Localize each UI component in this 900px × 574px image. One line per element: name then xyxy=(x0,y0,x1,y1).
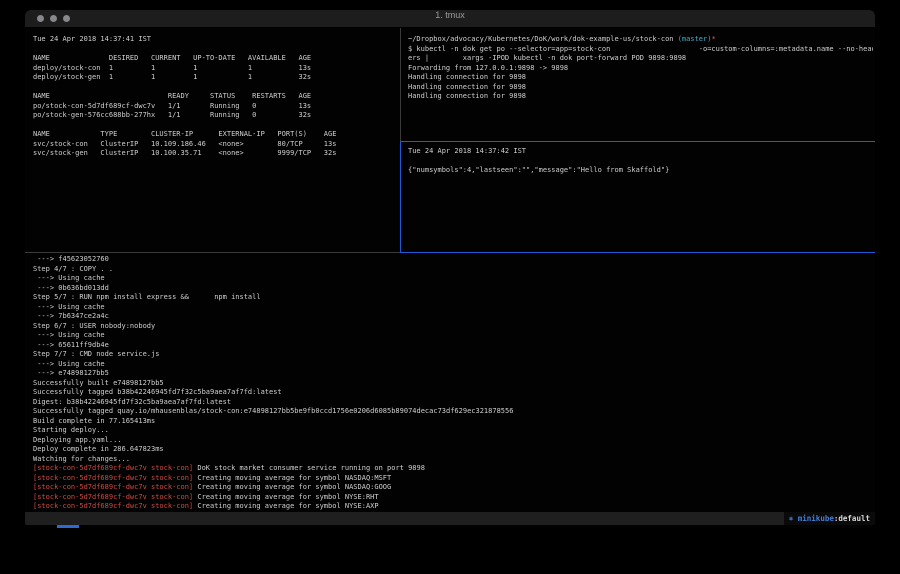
shell-path-line: ~/Dropbox/advocacy/Kubernetes/DoK/work/d… xyxy=(408,35,873,45)
text-segment: ~/Dropbox/advocacy/Kubernetes/DoK/work/d… xyxy=(408,35,678,43)
kubectl-watch-output: Tue 24 Apr 2018 14:37:41 IST NAME DESIRE… xyxy=(33,35,398,159)
text-segment: [stock-con-5d7df689cf-dwc7v stock-con] xyxy=(33,474,193,482)
screenshot-root: { "window": { "title": "1. tmux" }, "col… xyxy=(0,0,900,574)
text-segment: Creating moving average for symbol NYSE:… xyxy=(193,502,378,510)
text-segment: [stock-con-5d7df689cf-dwc7v stock-con] xyxy=(33,483,193,491)
text-segment: Creating moving average for symbol NASDA… xyxy=(193,474,391,482)
terminal-window: 1. tmux Tue 24 Apr 2018 14:37:41 IST NAM… xyxy=(25,10,875,528)
container-log-line: [stock-con-5d7df689cf-dwc7v stock-con] C… xyxy=(33,493,873,503)
kube-context-name: minikube xyxy=(798,514,834,523)
pane-port-forward[interactable]: ~/Dropbox/advocacy/Kubernetes/DoK/work/d… xyxy=(408,35,873,139)
tmux-status-bar: dok 0:vagrant@localhost:~* ⎈ minikube:def… xyxy=(25,512,875,525)
pane-divider-vertical-inactive[interactable] xyxy=(400,28,401,141)
pane-kubectl-watch[interactable]: Tue 24 Apr 2018 14:37:41 IST NAME DESIRE… xyxy=(33,35,398,250)
text-segment: DoK stock market consumer service runnin… xyxy=(193,464,425,472)
pane-divider-right-horizontal[interactable] xyxy=(400,141,875,142)
text-segment: [stock-con-5d7df689cf-dwc7v stock-con] xyxy=(33,502,193,510)
tmux-terminal: Tue 24 Apr 2018 14:37:41 IST NAME DESIRE… xyxy=(25,28,875,528)
text-segment: * xyxy=(711,35,715,43)
docker-build-output: ---> f45623052760 Step 4/7 : COPY . . --… xyxy=(33,255,873,464)
text-segment: (master) xyxy=(678,35,712,43)
pane-divider-bottom-right[interactable] xyxy=(400,252,875,253)
container-log-line: [stock-con-5d7df689cf-dwc7v stock-con] C… xyxy=(33,502,873,512)
curl-json-output: Tue 24 Apr 2018 14:37:42 IST {"numsymbol… xyxy=(408,147,873,176)
container-log-line: [stock-con-5d7df689cf-dwc7v stock-con] D… xyxy=(33,464,873,474)
pane-skaffold-build[interactable]: ---> f45623052760 Step 4/7 : COPY . . --… xyxy=(33,255,873,512)
window-title: 1. tmux xyxy=(25,10,875,20)
pane-divider-bottom-left[interactable] xyxy=(25,252,400,253)
container-log-line: [stock-con-5d7df689cf-dwc7v stock-con] C… xyxy=(33,474,873,484)
kube-context-indicator: ⎈ minikube:default xyxy=(784,512,875,525)
tmux-window-tab[interactable]: 0:vagrant@localhost:~* xyxy=(84,527,183,528)
text-segment: Creating moving average for symbol NASDA… xyxy=(193,483,391,491)
text-segment: [stock-con-5d7df689cf-dwc7v stock-con] xyxy=(33,493,193,501)
pane-divider-vertical-active[interactable] xyxy=(400,141,401,253)
container-log-line: [stock-con-5d7df689cf-dwc7v stock-con] C… xyxy=(33,483,873,493)
tmux-session-badge: dok xyxy=(57,525,79,528)
zoom-button-icon[interactable] xyxy=(63,15,70,22)
port-forward-output: $ kubectl -n dok get po --selector=app=s… xyxy=(408,45,873,102)
window-titlebar: 1. tmux xyxy=(25,10,875,28)
kube-namespace: :default xyxy=(834,514,870,523)
minimize-button-icon[interactable] xyxy=(50,15,57,22)
text-segment: Creating moving average for symbol NYSE:… xyxy=(193,493,378,501)
pane-curl-output[interactable]: Tue 24 Apr 2018 14:37:42 IST {"numsymbol… xyxy=(408,147,873,250)
close-button-icon[interactable] xyxy=(37,15,44,22)
text-segment: [stock-con-5d7df689cf-dwc7v stock-con] xyxy=(33,464,193,472)
